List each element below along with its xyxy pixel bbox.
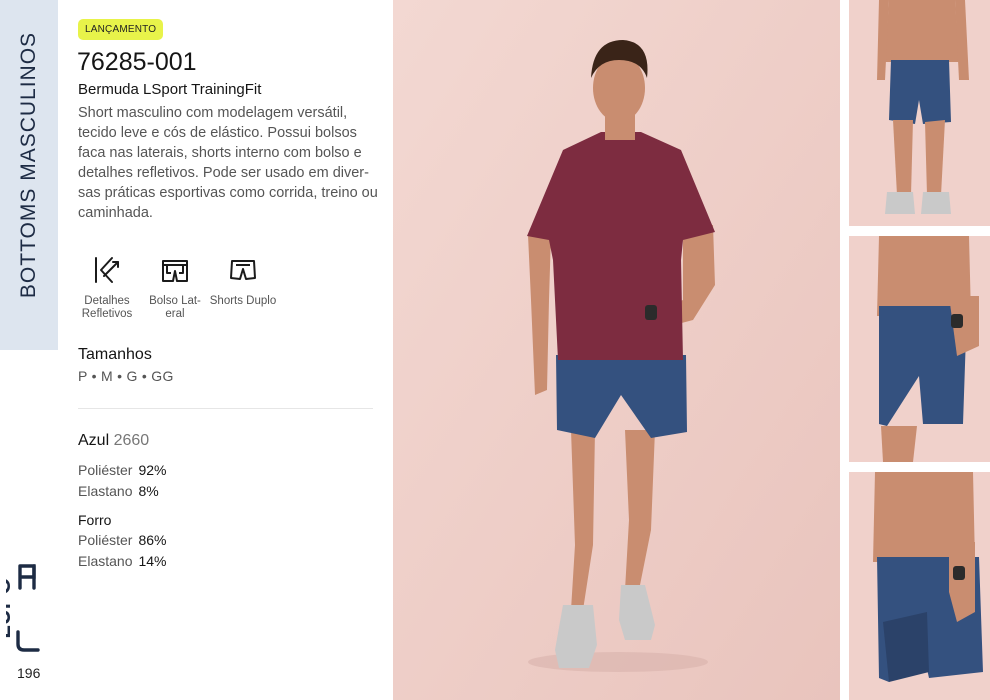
thumbnail-side-pocket	[849, 236, 990, 462]
photo-gap	[840, 0, 849, 700]
feature-reflective: Detalhes Refletivos	[72, 255, 142, 321]
feature-side-pocket: Bolso Lat-eral	[140, 255, 210, 321]
svg-text:LUPO: LUPO	[6, 577, 15, 638]
color-info: Azul 2660	[78, 432, 149, 450]
double-shorts-icon	[230, 260, 256, 280]
material-percent: 86%	[138, 532, 167, 548]
material-percent: 8%	[138, 483, 159, 499]
material-name: Poliéster	[78, 532, 133, 548]
material-percent: 92%	[138, 462, 167, 478]
lining-composition-row: Poliéster 86%	[78, 532, 167, 548]
product-info-panel: LANÇAMENTO 76285-001 Bermuda LSport Trai…	[58, 0, 393, 700]
sidebar: BOTTOMS MASCULINOS LUPO 196	[0, 0, 58, 700]
feature-label: Bolso Lat-eral	[149, 295, 201, 320]
model-photo	[393, 0, 840, 700]
feature-label: Detalhes Refletivos	[81, 295, 133, 320]
lupo-logo: LUPO	[6, 564, 40, 652]
sizes-title: Tamanhos	[78, 346, 152, 363]
model-illustration	[393, 0, 840, 700]
thumbnail-inner-shorts	[849, 472, 990, 700]
material-name: Elastano	[78, 553, 133, 569]
material-name: Elastano	[78, 483, 133, 499]
material-percent: 14%	[138, 553, 167, 569]
product-description: Short masculino com modelagem versátil, …	[78, 105, 378, 221]
inner-shorts-illustration	[849, 472, 990, 700]
lining-composition-row: Elastano 14%	[78, 553, 167, 569]
color-code: 2660	[113, 432, 150, 449]
composition-row: Elastano 8%	[78, 483, 159, 499]
material-name: Poliéster	[78, 462, 133, 478]
product-code: 76285-001	[77, 48, 197, 76]
side-pocket-icon	[162, 260, 188, 282]
page-number: 196	[17, 665, 41, 681]
product-name: Bermuda LSport TrainingFit	[78, 81, 262, 98]
color-name: Azul	[78, 432, 110, 449]
launch-badge: LANÇAMENTO	[78, 19, 164, 40]
feature-double-shorts: Shorts Duplo	[208, 255, 278, 308]
divider	[78, 408, 373, 409]
back-view-illustration	[849, 0, 990, 226]
side-pocket-illustration	[849, 236, 990, 462]
reflective-details-icon	[95, 257, 119, 283]
feature-label: Shorts Duplo	[209, 295, 277, 307]
lining-title: Forro	[78, 512, 112, 528]
sizes-values: P • M • G • GG	[78, 368, 174, 384]
composition-row: Poliéster 92%	[78, 462, 167, 478]
section-title: BOTTOMS MASCULINOS	[17, 31, 40, 299]
thumbnail-back-view	[849, 0, 990, 226]
